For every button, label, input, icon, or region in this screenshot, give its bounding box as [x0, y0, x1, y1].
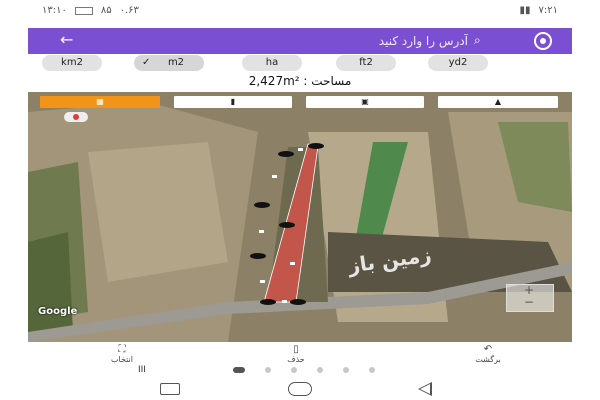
signal-icon: ▮▮ — [519, 5, 531, 16]
unit-pill-m2[interactable]: ✓ m2 — [134, 55, 204, 71]
menu-lines-icon[interactable]: III — [138, 365, 146, 375]
status-network: ۰.۶۳ — [119, 5, 139, 16]
unit-pill-ha[interactable]: ha — [242, 55, 302, 71]
unit-pill-ft2[interactable]: ft2 — [336, 55, 396, 71]
page-indicator-strip: III — [28, 364, 572, 376]
battery-icon — [74, 6, 93, 15]
compass-icon[interactable] — [64, 112, 88, 122]
unit-pill-km2[interactable]: km2 — [42, 55, 102, 71]
undo-icon: ↶ — [483, 344, 493, 355]
status-bar: ۱۳:۱۰ ۸۵ ۰.۶۳ ▮▮ ۷:۲۱ — [28, 0, 572, 22]
system-navigation-bar — [0, 376, 600, 400]
map-type-button-active[interactable]: ▦ — [40, 96, 160, 108]
map-type-button-3[interactable]: ▣ — [306, 96, 424, 108]
satellite-map[interactable]: ▦ ▮ ▣ ▲ زمین باز Google + − — [28, 92, 572, 342]
map-type-button-2[interactable]: ▮ — [174, 96, 292, 108]
target-icon[interactable] — [534, 32, 552, 50]
system-back-icon[interactable] — [418, 382, 432, 396]
status-right-text: ۷:۲۱ — [538, 5, 558, 16]
area-value: 2,427m² — [248, 74, 300, 88]
app-bar: ← ⌕ — [28, 28, 572, 54]
check-icon: ✓ — [142, 57, 151, 68]
status-time: ۱۳:۱۰ — [42, 5, 67, 16]
page-dots — [233, 367, 375, 373]
delete-button[interactable]: ▯ حذف — [266, 344, 326, 364]
screen: ۱۳:۱۰ ۸۵ ۰.۶۳ ▮▮ ۷:۲۱ ← ⌕ km2 ✓ m2 ha — [0, 0, 600, 400]
search-bar: ⌕ — [328, 33, 481, 48]
map-imagery — [28, 92, 572, 342]
unit-selector: km2 ✓ m2 ha ft2 yd2 مساحت : 2,427m² — [28, 54, 572, 92]
select-button[interactable]: ⛶ انتخاب — [92, 344, 152, 364]
map-type-button-4[interactable]: ▲ — [438, 96, 558, 108]
zoom-out-icon[interactable]: − — [524, 295, 534, 309]
select-icon: ⛶ — [118, 344, 126, 355]
address-search-input[interactable] — [328, 33, 468, 48]
arrow-left-icon[interactable]: ← — [60, 30, 73, 49]
trash-icon: ▯ — [293, 344, 299, 355]
undo-button[interactable]: ↶ برگشت — [458, 344, 518, 364]
area-readout: مساحت : 2,427m² — [28, 74, 572, 88]
zoom-control[interactable]: + − — [506, 283, 554, 312]
area-label: مساحت : — [303, 74, 352, 88]
recent-apps-icon[interactable] — [160, 383, 180, 395]
status-battery: ۸۵ — [100, 5, 112, 16]
unit-pill-yd2[interactable]: yd2 — [428, 55, 488, 71]
bottom-action-bar: ⛶ انتخاب ▯ حذف ↶ برگشت — [28, 342, 572, 364]
home-icon[interactable] — [288, 382, 312, 396]
google-logo: Google — [38, 306, 78, 317]
search-icon[interactable]: ⌕ — [474, 33, 481, 48]
